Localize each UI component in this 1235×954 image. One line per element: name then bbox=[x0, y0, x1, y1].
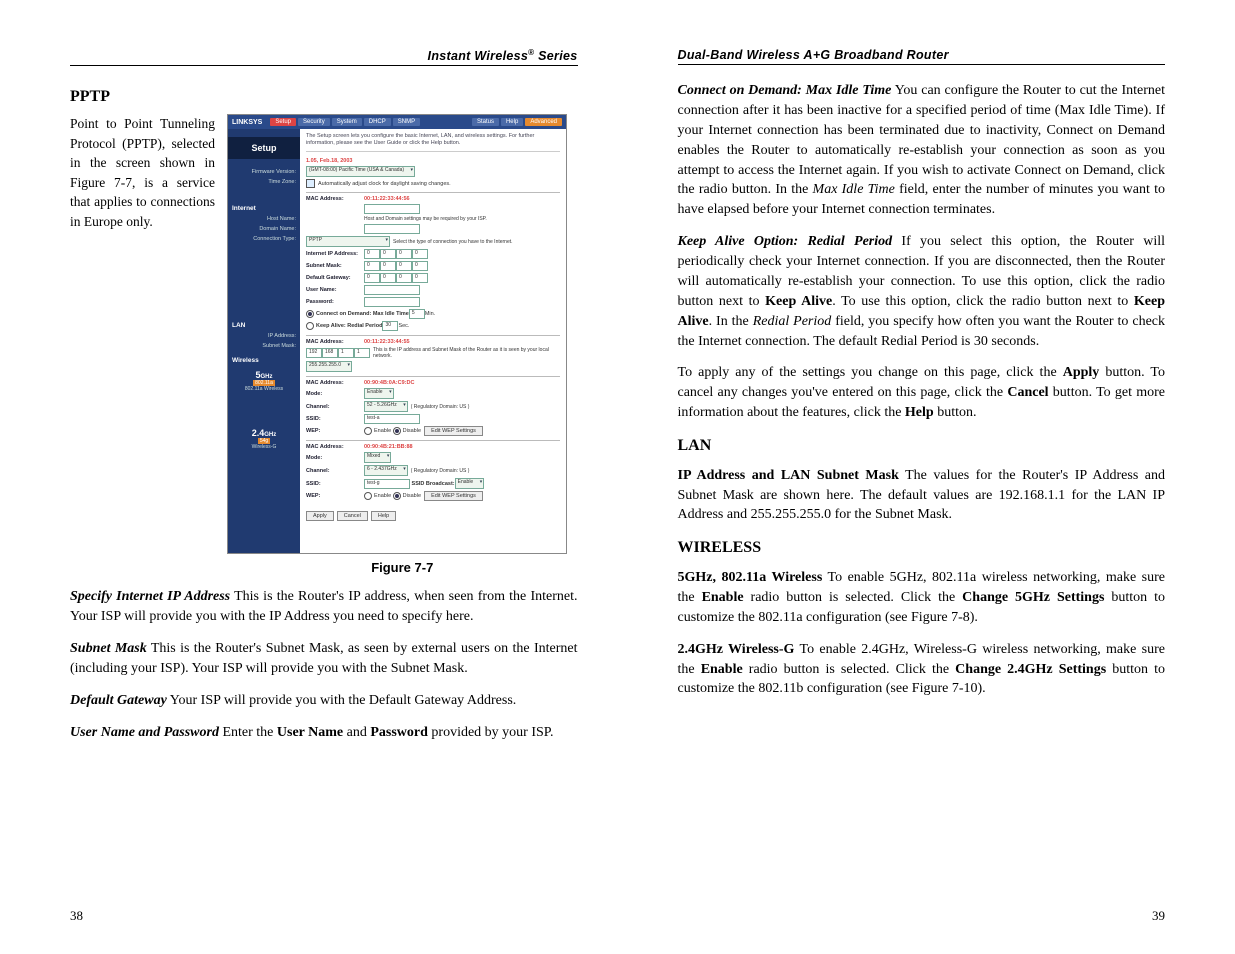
ssidb-select[interactable]: Enable bbox=[455, 478, 485, 489]
figure-caption: Figure 7-7 bbox=[227, 560, 578, 575]
para-5ghz: 5GHz, 802.11a Wireless To enable 5GHz, 8… bbox=[678, 568, 1166, 628]
header-right: Dual-Band Wireless A+G Broadband Router bbox=[678, 48, 1166, 65]
side-lan: LAN bbox=[228, 320, 300, 331]
page-number-left: 38 bbox=[70, 908, 83, 924]
cod-radio[interactable] bbox=[306, 310, 314, 318]
section-lan: LAN bbox=[678, 435, 1166, 458]
para-24ghz: 2.4GHz Wireless-G To enable 2.4GHz, Wire… bbox=[678, 640, 1166, 700]
timezone-select[interactable]: (GMT-08:00) Pacific Time (USA & Canada) bbox=[306, 166, 415, 177]
help-button[interactable]: Help bbox=[371, 511, 396, 521]
apply-button[interactable]: Apply bbox=[306, 511, 334, 521]
nav-security[interactable]: Security bbox=[298, 118, 330, 126]
dst-checkbox[interactable] bbox=[306, 179, 315, 188]
side-wireless: Wireless bbox=[228, 355, 300, 366]
wep24-button[interactable]: Edit WEP Settings bbox=[424, 491, 483, 501]
para-connect-on-demand: Connect on Demand: Max Idle Time You can… bbox=[678, 81, 1166, 220]
para-default-gateway: Default Gateway Your ISP will provide yo… bbox=[70, 691, 578, 711]
page-number-right: 39 bbox=[1152, 908, 1165, 924]
pptp-intro: Point to Point Tunneling Protocol (PPTP)… bbox=[70, 114, 215, 575]
side-conn: Connection Type: bbox=[228, 234, 300, 244]
nav-setup[interactable]: Setup bbox=[270, 118, 296, 126]
para-lan: IP Address and LAN Subnet Mask The value… bbox=[678, 466, 1166, 526]
side-host: Host Name: bbox=[228, 214, 300, 224]
username-input[interactable] bbox=[364, 285, 420, 295]
section-pptp: PPTP bbox=[70, 88, 578, 106]
nav-dhcp[interactable]: DHCP bbox=[364, 118, 391, 126]
para-apply-cancel-help: To apply any of the settings you change … bbox=[678, 363, 1166, 423]
wep5-button[interactable]: Edit WEP Settings bbox=[424, 426, 483, 436]
section-wireless: WIRELESS bbox=[678, 537, 1166, 560]
domain-input[interactable] bbox=[364, 224, 420, 234]
side-fw-label: Firmware Version: bbox=[228, 167, 300, 177]
mode24-select[interactable]: Mixed bbox=[364, 452, 391, 463]
password-input[interactable] bbox=[364, 297, 420, 307]
ssid5-input[interactable]: test-a bbox=[364, 414, 420, 424]
ch24-select[interactable]: 6 - 2.437GHz bbox=[364, 465, 408, 476]
nav-system[interactable]: System bbox=[332, 118, 362, 126]
setup-desc: The Setup screen lets you configure the … bbox=[306, 133, 560, 152]
header-left: Instant Wireless® Series bbox=[70, 48, 578, 66]
figure-7-7-screenshot: LINKSYS Setup Security System DHCP SNMP … bbox=[227, 114, 567, 554]
host-input[interactable] bbox=[364, 204, 420, 214]
linksys-logo: LINKSYS bbox=[232, 119, 262, 126]
side-lansm: Subnet Mask: bbox=[228, 341, 300, 351]
para-subnet-mask: Subnet Mask This is the Router's Subnet … bbox=[70, 639, 578, 679]
lan-subnet-select[interactable]: 255.255.255.0 bbox=[306, 361, 352, 372]
side-internet: Internet bbox=[228, 203, 300, 214]
para-user-pass: User Name and Password Enter the User Na… bbox=[70, 723, 578, 743]
nav-help[interactable]: Help bbox=[501, 118, 523, 126]
side-lanip: IP Address: bbox=[228, 331, 300, 341]
ka-radio[interactable] bbox=[306, 322, 314, 330]
ssid24-input[interactable]: test-g bbox=[364, 479, 410, 489]
side-domain: Domain Name: bbox=[228, 224, 300, 234]
nav-snmp[interactable]: SNMP bbox=[393, 118, 420, 126]
side-setup: Setup bbox=[228, 137, 300, 159]
ch5-select[interactable]: 52 - 5.26GHz bbox=[364, 401, 408, 412]
para-specify-ip: Specify Internet IP Address This is the … bbox=[70, 587, 578, 627]
cancel-button[interactable]: Cancel bbox=[337, 511, 368, 521]
mode5-select[interactable]: Enable bbox=[364, 388, 394, 399]
para-keep-alive: Keep Alive Option: Redial Period If you … bbox=[678, 232, 1166, 351]
nav-status[interactable]: Status bbox=[472, 118, 499, 126]
conn-type-select[interactable]: PPTP bbox=[306, 236, 390, 247]
nav-advanced[interactable]: Advanced bbox=[525, 118, 562, 126]
side-tz-label: Time Zone: bbox=[228, 177, 300, 187]
